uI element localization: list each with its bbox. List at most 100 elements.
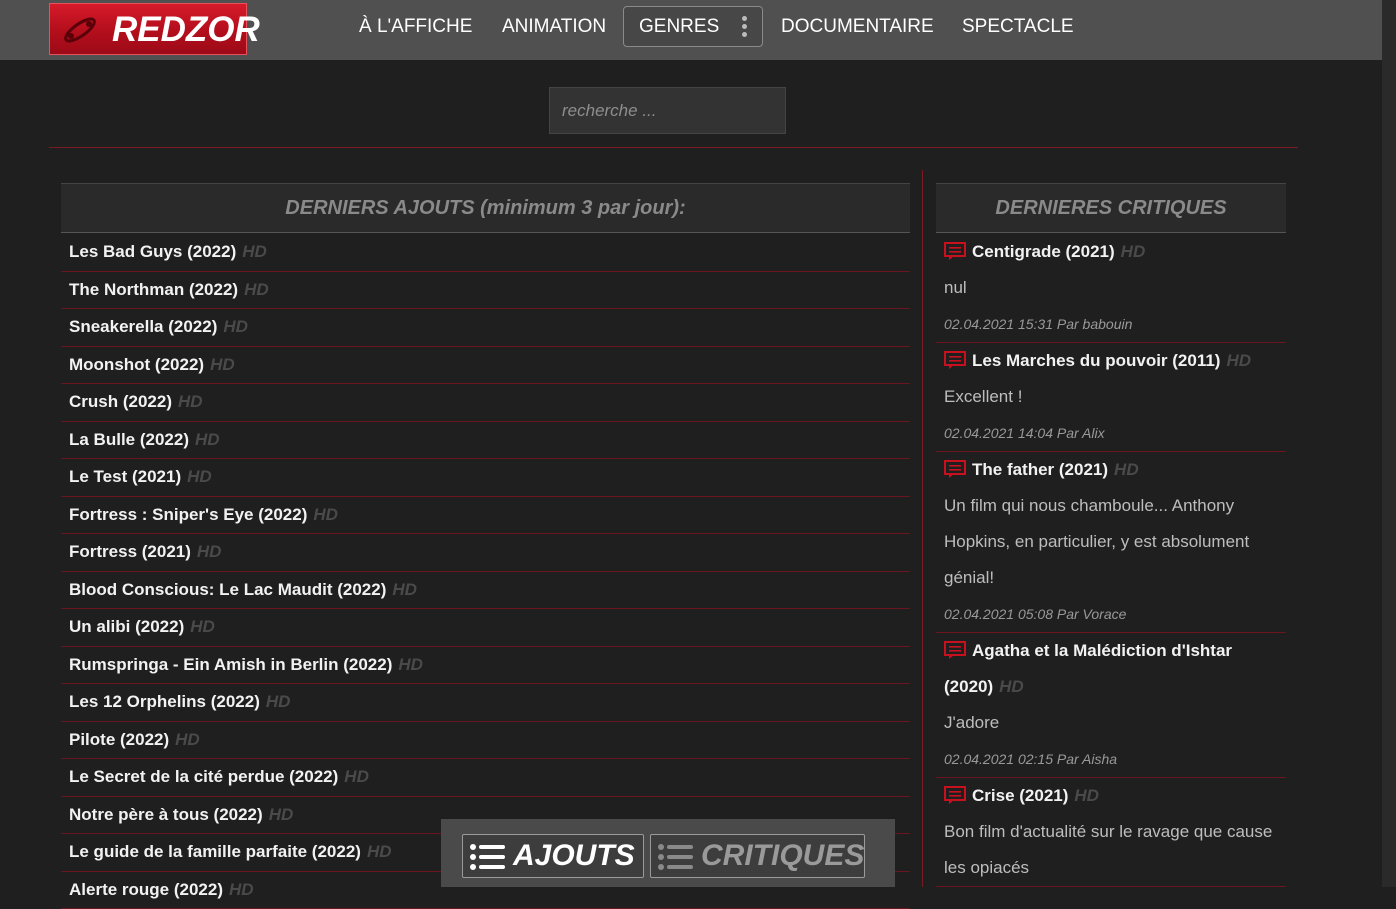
list-item[interactable]: Sneakerella (2022) HD	[61, 309, 910, 347]
list-item[interactable]: La Bulle (2022)HD	[61, 422, 910, 460]
comment-icon	[944, 636, 966, 654]
top-navigation-bar: REDZOR À L'AFFICHE ANIMATION GENRES DOCU…	[0, 0, 1396, 60]
hd-badge: HD	[242, 242, 267, 261]
list-item[interactable]: The Northman (2022) HD	[61, 272, 910, 310]
movie-title-link[interactable]: Les Bad Guys (2022)	[69, 242, 236, 261]
nav-item-documentaire[interactable]: DOCUMENTAIRE	[781, 15, 934, 39]
search-input[interactable]	[550, 88, 785, 133]
movie-title-link[interactable]: Le Secret de la cité perdue (2022)	[69, 767, 338, 786]
hd-badge: HD	[210, 355, 235, 374]
latest-additions-heading: DERNIERS AJOUTS (minimum 3 par jour):	[61, 183, 910, 233]
comment-icon	[944, 346, 966, 364]
hd-badge: HD	[367, 842, 392, 861]
movie-title-link[interactable]: Fortress : Sniper's Eye (2022)	[69, 505, 307, 524]
list-icon	[657, 842, 695, 872]
nav-item-spectacle[interactable]: SPECTACLE	[962, 15, 1074, 39]
movie-title-link[interactable]: Le guide de la famille parfaite (2022)	[69, 842, 361, 861]
header-divider	[49, 147, 1298, 148]
hd-badge: HD	[244, 280, 269, 299]
review-item: Crise (2021) HD Bon film d'actualité sur l…	[936, 778, 1286, 887]
review-item: Les Marches du pouvoir (2011)HDExcellent…	[936, 343, 1286, 452]
review-meta: 02.04.2021 05:08 Par Vorace	[944, 596, 1278, 632]
movie-title-link[interactable]: Blood Conscious: Le Lac Maudit (2022)	[69, 580, 386, 599]
list-item[interactable]: Fortress : Sniper's Eye (2022) HD	[61, 497, 910, 535]
review-text: Excellent !	[944, 379, 1278, 415]
review-title-text: Centigrade (2021)	[972, 242, 1115, 261]
hd-badge: HD	[1074, 786, 1099, 805]
review-text: J'adore	[944, 705, 1278, 741]
bottom-tab-bar: AJOUTS CRITIQUES	[441, 819, 895, 887]
tab-ajouts-label: AJOUTS	[513, 839, 635, 873]
hd-badge: HD	[1121, 242, 1146, 261]
latest-reviews-list: Centigrade (2021) HD nul02.04.2021 15:31 P…	[936, 234, 1286, 887]
hd-badge: HD	[1114, 460, 1139, 479]
movie-title-link[interactable]: Rumspringa - Ein Amish in Berlin (2022)	[69, 655, 392, 674]
list-item[interactable]: Moonshot (2022) HD	[61, 347, 910, 385]
nav-item-genres[interactable]: GENRES	[623, 6, 763, 47]
list-item[interactable]: Les Bad Guys (2022) HD	[61, 234, 910, 272]
movie-title-link[interactable]: Notre père à tous (2022)	[69, 805, 263, 824]
comment-icon	[944, 781, 966, 799]
review-movie-title[interactable]: Centigrade (2021) HD	[944, 234, 1278, 270]
movie-title-link[interactable]: Les 12 Orphelins (2022)	[69, 692, 260, 711]
list-item[interactable]: Blood Conscious: Le Lac Maudit (2022) HD	[61, 572, 910, 610]
tab-critiques[interactable]: CRITIQUES	[650, 834, 865, 878]
review-movie-title[interactable]: The father (2021) HD	[944, 452, 1278, 488]
latest-reviews-heading: DERNIERES CRITIQUES	[936, 183, 1286, 233]
movie-title-link[interactable]: Sneakerella (2022)	[69, 317, 217, 336]
hd-badge: HD	[313, 505, 338, 524]
list-item[interactable]: Les 12 Orphelins (2022) HD	[61, 684, 910, 722]
tab-critiques-label: CRITIQUES	[701, 839, 864, 873]
nav-item-a-l-affiche[interactable]: À L'AFFICHE	[359, 15, 472, 39]
review-text: Un film qui nous chamboule... Anthony Ho…	[944, 488, 1278, 596]
review-title-text: Crise (2021)	[972, 786, 1068, 805]
film-reel-icon	[60, 14, 100, 46]
latest-additions-list: Les Bad Guys (2022)HDThe Northman (2022)…	[61, 234, 910, 909]
review-item: The father (2021) HD Un film qui nous cham…	[936, 452, 1286, 633]
review-movie-title[interactable]: Crise (2021) HD	[944, 778, 1278, 814]
hd-badge: HD	[190, 617, 215, 636]
review-movie-title[interactable]: Les Marches du pouvoir (2011)HD	[944, 343, 1278, 379]
nav-item-animation[interactable]: ANIMATION	[502, 15, 606, 39]
movie-title-link[interactable]: Moonshot (2022)	[69, 355, 204, 374]
hd-badge: HD	[175, 730, 200, 749]
list-item[interactable]: Crush (2022)HD	[61, 384, 910, 422]
review-movie-title[interactable]: Agatha et la Malédiction d'Ishtar (2020)…	[944, 633, 1278, 705]
list-item[interactable]: Pilote (2022) HD	[61, 722, 910, 760]
comment-icon	[944, 455, 966, 473]
hd-badge: HD	[344, 767, 369, 786]
movie-title-link[interactable]: Le Test (2021)	[69, 467, 181, 486]
site-logo[interactable]: REDZOR	[49, 3, 247, 55]
list-icon	[469, 842, 507, 872]
movie-title-link[interactable]: Crush (2022)	[69, 392, 172, 411]
list-item[interactable]: Le Secret de la cité perdue (2022) HD	[61, 759, 910, 797]
movie-title-link[interactable]: Pilote (2022)	[69, 730, 169, 749]
list-item[interactable]: Rumspringa - Ein Amish in Berlin (2022)H…	[61, 647, 910, 685]
movie-title-link[interactable]: The Northman (2022)	[69, 280, 238, 299]
movie-title-link[interactable]: Alerte rouge (2022)	[69, 880, 223, 899]
review-text: Bon film d'actualité sur le ravage que c…	[944, 814, 1278, 886]
movie-title-link[interactable]: Fortress (2021)	[69, 542, 191, 561]
review-item: Agatha et la Malédiction d'Ishtar (2020)…	[936, 633, 1286, 778]
list-item[interactable]: Le Test (2021) HD	[61, 459, 910, 497]
review-text: nul	[944, 270, 1278, 306]
hd-badge: HD	[223, 317, 248, 336]
tab-ajouts[interactable]: AJOUTS	[462, 834, 644, 878]
page-scrollbar[interactable]	[1382, 0, 1396, 887]
hd-badge: HD	[392, 580, 417, 599]
review-title-text: Agatha et la Malédiction d'Ishtar (2020)	[944, 641, 1232, 696]
movie-title-link[interactable]: La Bulle (2022)	[69, 430, 189, 449]
review-title-text: The father (2021)	[972, 460, 1108, 479]
hd-badge: HD	[197, 542, 222, 561]
site-logo-text: REDZOR	[112, 11, 260, 49]
hd-badge: HD	[187, 467, 212, 486]
review-meta: 02.04.2021 15:31 Par babouin	[944, 306, 1278, 342]
list-item[interactable]: Un alibi (2022) HD	[61, 609, 910, 647]
comment-icon	[944, 237, 966, 255]
nav-genres-label: GENRES	[639, 16, 719, 38]
hd-badge: HD	[266, 692, 291, 711]
vertical-dots-icon	[742, 16, 748, 38]
list-item[interactable]: Fortress (2021) HD	[61, 534, 910, 572]
movie-title-link[interactable]: Un alibi (2022)	[69, 617, 184, 636]
hd-badge: HD	[999, 677, 1024, 696]
